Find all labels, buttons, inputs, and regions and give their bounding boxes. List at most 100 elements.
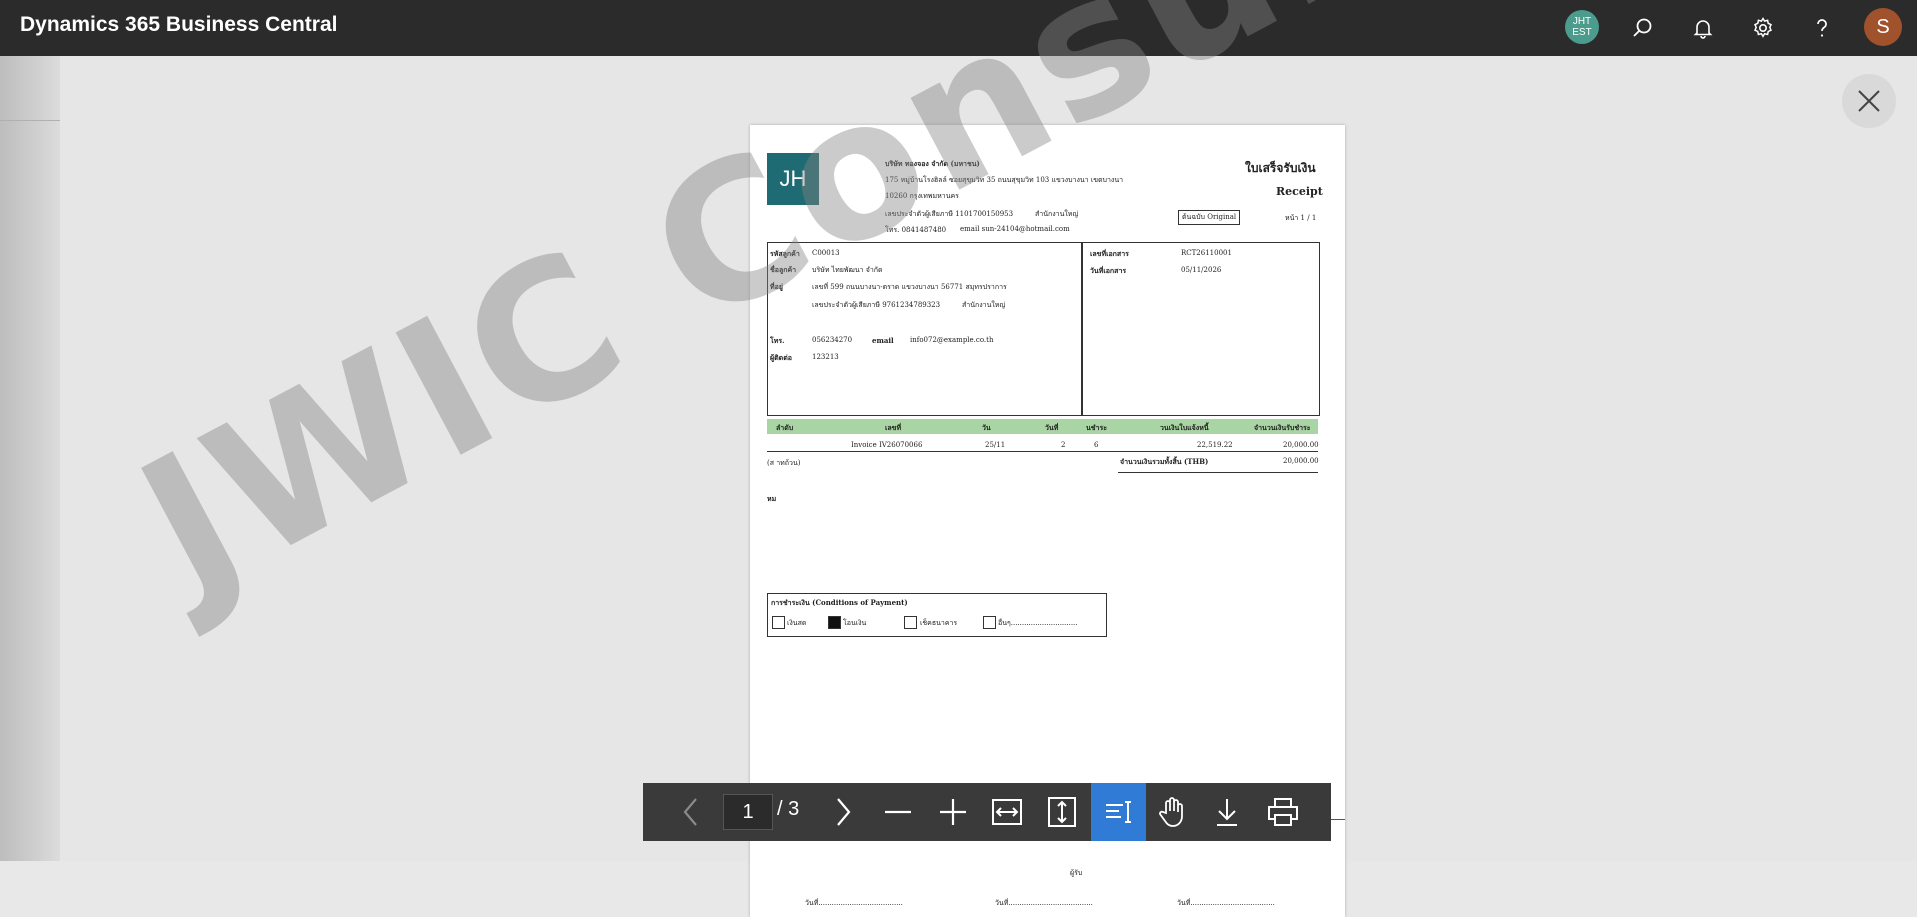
text-select-button[interactable]: [1091, 783, 1146, 841]
fit-width-icon: [992, 799, 1022, 825]
signature-date-3: วันที่..................................…: [1177, 899, 1275, 907]
company-address-1: 175 หมู่บ้านโรงฮิลล์ ซอยสุขุมวิท 35 ถนนส…: [885, 176, 1124, 184]
pan-tool-button[interactable]: [1146, 783, 1198, 841]
total-label: จำนวนเงินรวมทั้งสิ้น (THB): [1120, 457, 1209, 466]
customer-tax-id: เลขประจำตัวผู้เสียภาษี 9761234789323: [812, 301, 941, 309]
total-amount: 20,000.00: [1283, 457, 1319, 465]
signature-fragment: ผู้รับ: [1070, 869, 1083, 877]
payment-transfer-label: โอนเงิน: [843, 619, 867, 627]
app-title[interactable]: Dynamics 365 Business Central: [20, 13, 337, 37]
previous-page-button[interactable]: [665, 783, 717, 841]
page-total: / 3: [777, 798, 800, 820]
search-icon[interactable]: [1625, 10, 1661, 46]
checkbox-other: [983, 616, 996, 629]
company-branch: สำนักงานใหญ่: [1035, 210, 1079, 218]
phone-label: โทร.: [770, 336, 785, 345]
note-label: หม: [767, 494, 777, 503]
col-header-paid: จำนวนเงินรับชำระ: [1254, 423, 1311, 432]
company-tax-id: เลขประจำตัวผู้เสียภาษี 1101700150953: [885, 210, 1014, 218]
company-badge-line2: EST: [1572, 27, 1592, 38]
payment-other-label: อื่นๆ..............................: [998, 619, 1078, 627]
payment-title: การชำระเงิน (Conditions of Payment): [771, 598, 908, 607]
row-inv-amount: 22,519.22: [1197, 441, 1233, 449]
table-header-row: [767, 419, 1318, 434]
col-header-pay: นชำระ: [1086, 423, 1107, 432]
company-email: email sun-24104@hotmail.com: [960, 225, 1070, 233]
page-number-label: หน้า 1 / 1: [1285, 214, 1317, 222]
download-button[interactable]: [1201, 783, 1253, 841]
checkbox-cash: [772, 616, 785, 629]
customer-name: บริษัท ไทยพัฒนา จำกัด: [812, 266, 883, 274]
chevron-right-icon: [837, 798, 851, 826]
col-header-due: วันที่: [1045, 423, 1059, 432]
doc-date-label: วันที่เอกสาร: [1090, 266, 1127, 275]
row-due: 2: [1061, 441, 1066, 449]
row-divider: [767, 451, 1318, 452]
document-title-en: Receipt: [1276, 185, 1323, 198]
help-icon[interactable]: [1804, 10, 1840, 46]
user-avatar[interactable]: S: [1864, 8, 1902, 46]
checkbox-transfer: [828, 616, 841, 629]
company-name: บริษัท ทองจอง จำกัด (มหาชน): [885, 159, 980, 168]
company-badge-line1: JHT: [1572, 16, 1592, 27]
doc-date: 05/11/2026: [1181, 266, 1222, 274]
close-viewer-button[interactable]: [1842, 74, 1896, 128]
row-n: 6: [1094, 441, 1099, 449]
print-button[interactable]: [1257, 783, 1309, 841]
col-header-doc: เลขที่: [885, 423, 902, 432]
minus-icon: [885, 810, 911, 814]
company-address-2: 10260 กรุงเทพมหานคร: [885, 192, 959, 200]
pdf-viewer: JH บริษัท ทองจอง จำกัด (มหาชน) 175 หมู่บ…: [60, 56, 1917, 917]
customer-address: เลขที่ 599 ถนนบางนา-ตราด แขวงบางนา 56771…: [812, 283, 1007, 291]
customer-branch: สำนักงานใหญ่: [962, 301, 1006, 309]
document-title-th: ใบเสร็จรับเงิน: [1245, 161, 1316, 175]
col-header-seq: ลำดับ: [776, 423, 794, 432]
divider: [0, 120, 60, 121]
printer-icon: [1268, 798, 1298, 826]
col-header-inv-amount: วนเงินใบแจ้งหนี้: [1160, 423, 1209, 432]
fit-page-button[interactable]: [1036, 783, 1088, 841]
left-panel-edge: [0, 56, 60, 861]
bell-icon[interactable]: [1685, 10, 1721, 46]
chevron-left-icon: [683, 798, 697, 826]
close-icon: [1858, 90, 1880, 112]
zoom-in-button[interactable]: [927, 783, 979, 841]
zoom-out-button[interactable]: [872, 783, 924, 841]
customer-contact: 123213: [812, 353, 839, 361]
pdf-toolbar: 1 / 3: [643, 783, 1331, 841]
fit-page-icon: [1048, 797, 1076, 827]
amount-in-words: (ส าทถ้วน): [767, 459, 801, 467]
col-header-date: วัน: [982, 423, 991, 432]
checkbox-cheque: [904, 616, 917, 629]
page-number-input[interactable]: 1: [723, 794, 773, 830]
row-date: 25/11: [985, 441, 1006, 449]
gear-icon[interactable]: [1745, 10, 1781, 46]
customer-email: info072@example.co.th: [910, 336, 994, 344]
doc-no-label: เลขที่เอกสาร: [1090, 249, 1129, 258]
company-badge[interactable]: JHT EST: [1565, 10, 1599, 44]
top-app-bar: Dynamics 365 Business Central JHT EST S: [0, 0, 1917, 56]
total-underline: [1118, 472, 1318, 473]
download-icon: [1217, 799, 1237, 826]
signature-date-1: วันที่..................................…: [805, 899, 903, 907]
payment-cheque-label: เช็คธนาคาร: [920, 619, 958, 627]
row-doc: Invoice IV26070066: [851, 441, 923, 449]
customer-no: C00013: [812, 249, 840, 257]
contact-label: ผู้ติดต่อ: [770, 353, 792, 362]
doc-no: RCT26110001: [1181, 249, 1232, 257]
next-page-button[interactable]: [817, 783, 869, 841]
original-badge: ต้นฉบับ Original: [1178, 210, 1241, 225]
customer-phone: 056234270: [812, 336, 853, 344]
address-label: ที่อยู่: [770, 282, 783, 291]
customer-no-label: รหัสลูกค้า: [770, 249, 800, 258]
email-label: email: [872, 336, 894, 345]
customer-name-label: ชื่อลูกค้า: [770, 265, 797, 274]
row-paid: 20,000.00: [1283, 441, 1319, 449]
signature-date-2: วันที่..................................…: [995, 899, 1093, 907]
payment-cash-label: เงินสด: [787, 619, 807, 627]
company-phone: โทร. 0841487480: [885, 226, 947, 234]
fit-width-button[interactable]: [981, 783, 1033, 841]
plus-icon: [940, 799, 966, 825]
text-select-icon: [1105, 801, 1131, 823]
company-logo: JH: [767, 153, 819, 205]
